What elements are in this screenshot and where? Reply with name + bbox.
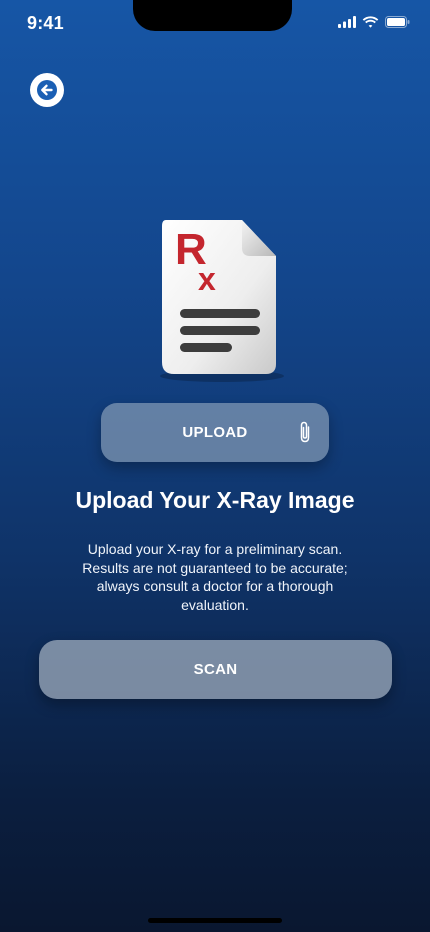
scan-button-label: SCAN — [193, 661, 238, 678]
description-line: evaluation. — [181, 596, 249, 613]
home-indicator[interactable] — [148, 918, 282, 923]
svg-text:x: x — [198, 261, 216, 297]
signal-icon — [338, 16, 356, 28]
back-button[interactable] — [30, 73, 64, 107]
upload-button[interactable]: UPLOAD — [101, 403, 329, 462]
status-time: 9:41 — [27, 13, 64, 33]
arrow-left-icon — [37, 80, 57, 100]
status-icons — [338, 16, 410, 28]
battery-icon — [385, 16, 410, 28]
upload-button-label: UPLOAD — [182, 424, 248, 441]
wifi-icon — [362, 16, 379, 28]
device-notch — [133, 0, 292, 31]
page-title: Upload Your X-Ray Image — [75, 487, 355, 513]
status-bar: 9:41 — [0, 0, 430, 50]
description-line: Results are not guaranteed to be accurat… — [82, 559, 348, 576]
rx-prescription-document-icon: Rx R x — [160, 220, 284, 382]
description-line: always consult a doctor for a thorough — [96, 578, 334, 594]
description-line: Upload your X-ray for a preliminary scan… — [87, 541, 343, 557]
scan-button[interactable]: SCAN — [39, 640, 392, 699]
description: Upload your X-ray for a preliminary scan… — [78, 540, 352, 614]
paperclip-icon — [300, 421, 310, 443]
